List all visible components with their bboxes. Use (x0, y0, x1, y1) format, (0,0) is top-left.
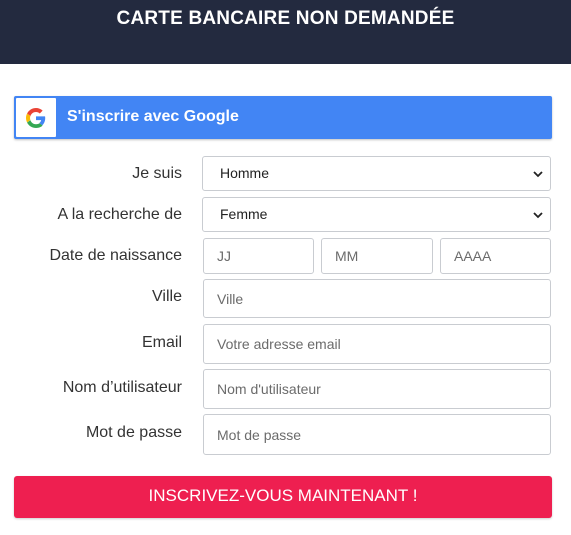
google-signup-button[interactable]: S'inscrire avec Google (14, 96, 552, 139)
birth-year-input[interactable] (440, 238, 551, 274)
birth-month-input[interactable] (321, 238, 433, 274)
je-suis-select[interactable]: Homme (202, 156, 551, 191)
password-input[interactable] (203, 414, 551, 455)
submit-label: INSCRIVEZ-VOUS MAINTENANT ! (148, 486, 418, 505)
recherche-label: A la recherche de (57, 206, 182, 223)
recherche-value: Femme (220, 206, 268, 222)
username-label: Nom d’utilisateur (62, 379, 182, 396)
je-suis-label: Je suis (132, 165, 182, 182)
submit-button[interactable]: INSCRIVEZ-VOUS MAINTENANT ! (14, 476, 552, 518)
chevron-down-icon (533, 171, 543, 178)
je-suis-value: Homme (220, 165, 270, 181)
chevron-down-icon (533, 212, 543, 219)
google-logo-container (16, 98, 56, 137)
birth-day-input[interactable] (203, 238, 314, 274)
google-g-icon (26, 108, 46, 128)
google-signup-label: S'inscrire avec Google (67, 108, 239, 125)
username-input[interactable] (203, 369, 551, 409)
email-label: Email (141, 334, 182, 351)
page-title: CARTE BANCAIRE NON DEMANDÉE (116, 8, 455, 29)
ville-input[interactable] (203, 279, 551, 318)
password-label: Mot de passe (85, 424, 182, 441)
naissance-label: Date de naissance (49, 247, 182, 264)
page-header: CARTE BANCAIRE NON DEMANDÉE (0, 0, 571, 64)
recherche-select[interactable]: Femme (202, 197, 551, 232)
ville-label: Ville (152, 288, 182, 305)
email-field[interactable] (203, 324, 551, 364)
